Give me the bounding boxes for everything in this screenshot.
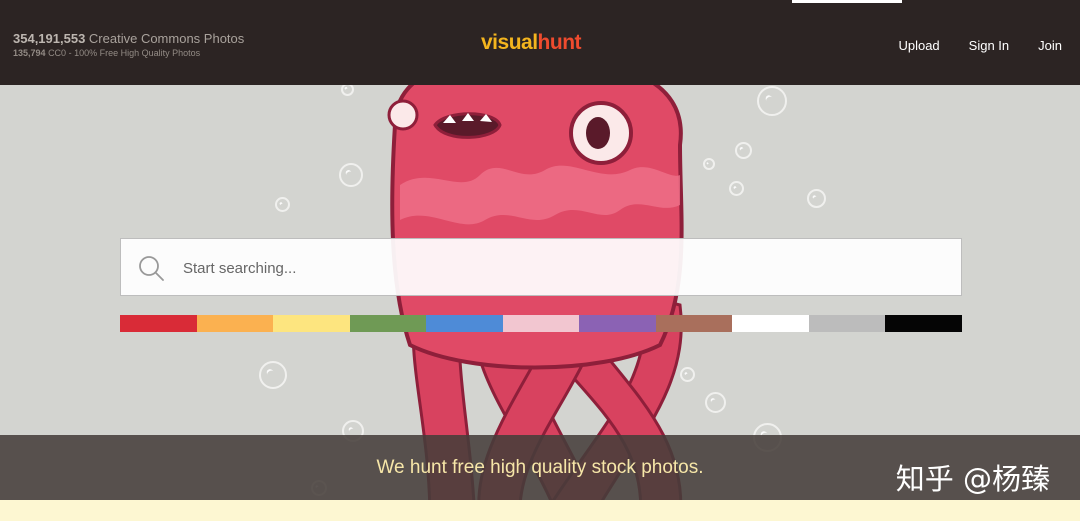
top-edge-bar [792, 0, 902, 3]
stats-line-cc0: 135,794 CC0 - 100% Free High Quality Pho… [13, 48, 244, 58]
bubble [705, 392, 726, 413]
bubble [757, 86, 787, 116]
color-swatch-3[interactable] [273, 315, 350, 332]
octopus-side-eye [387, 99, 419, 131]
color-filter-strip [120, 315, 963, 332]
join-link[interactable]: Join [1038, 38, 1062, 53]
stats-cc0-label: CC0 - 100% Free High Quality Photos [48, 48, 201, 58]
bubble [729, 181, 744, 196]
octopus-mouth [433, 112, 502, 139]
photo-stats: 354,191,553 Creative Commons Photos 135,… [13, 31, 244, 58]
stats-total-label: Creative Commons Photos [88, 31, 245, 46]
watermark-text: 知乎 @杨臻 [895, 462, 1050, 496]
logo-visual-text: visual [481, 31, 538, 54]
bubble [703, 158, 715, 170]
bubble [735, 142, 752, 159]
octopus-eye [569, 101, 633, 165]
bubble [807, 189, 826, 208]
color-swatch-4[interactable] [349, 315, 427, 332]
search-icon [139, 256, 164, 281]
color-swatch-9[interactable] [732, 315, 809, 332]
color-swatch-10[interactable] [808, 315, 886, 332]
header-nav: Upload Sign In Join [898, 38, 1062, 53]
tagline-banner: We hunt free high quality stock photos. … [0, 435, 1080, 500]
site-header: 354,191,553 Creative Commons Photos 135,… [0, 0, 1080, 85]
search-input[interactable] [181, 239, 945, 297]
bubble [680, 367, 695, 382]
color-swatch-11[interactable] [885, 315, 963, 332]
color-swatch-7[interactable] [579, 315, 656, 332]
bottom-notice-strip [0, 500, 1080, 521]
stats-line-total: 354,191,553 Creative Commons Photos [13, 31, 244, 46]
upload-link[interactable]: Upload [898, 38, 939, 53]
bubble [339, 163, 363, 187]
color-swatch-6[interactable] [502, 315, 580, 332]
bubble [259, 361, 287, 389]
color-swatch-1[interactable] [120, 315, 197, 332]
color-swatch-5[interactable] [426, 315, 503, 332]
sign-in-link[interactable]: Sign In [969, 38, 1009, 53]
visualhunt-logo[interactable]: visualhunt [481, 31, 582, 55]
search-box[interactable] [120, 238, 962, 297]
bubble [275, 197, 290, 212]
color-swatch-8[interactable] [655, 315, 733, 332]
stats-total-count: 354,191,553 [13, 31, 86, 46]
stats-cc0-count: 135,794 [13, 48, 46, 58]
logo-hunt-text: hunt [537, 31, 582, 54]
color-swatch-2[interactable] [196, 315, 274, 332]
